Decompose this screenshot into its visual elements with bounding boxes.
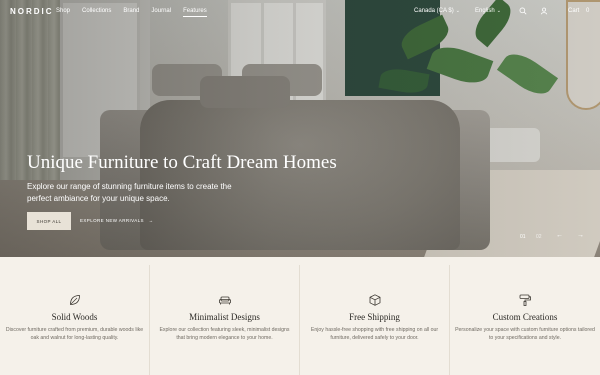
nav-link-collections[interactable]: Collections (82, 8, 111, 17)
language-selector-label: English (475, 8, 495, 14)
feature-card-minimalist-designs: Minimalist Designs Explore our collectio… (150, 265, 300, 375)
sofa-icon (218, 296, 231, 305)
search-icon[interactable] (519, 7, 527, 15)
leaf-icon (69, 295, 80, 305)
country-selector-label: Canada (CA $) (414, 8, 454, 14)
nav-utilities: Canada (CA $) ⌄ English ⌄ Cart 0 (400, 7, 600, 18)
chevron-down-icon: ⌄ (496, 8, 501, 14)
feature-title: Solid Woods (51, 312, 98, 322)
shop-all-button[interactable]: SHOP ALL (27, 212, 71, 230)
chevron-down-icon: ⌄ (455, 8, 460, 14)
nav-link-features[interactable]: Features (183, 8, 207, 17)
feature-description: Personalize your space with custom furni… (455, 327, 595, 341)
user-icon[interactable] (540, 7, 548, 15)
explore-new-arrivals-label: EXPLORE NEW ARRIVALS (80, 218, 144, 223)
nav-link-shop[interactable]: Shop (56, 8, 70, 17)
feature-card-custom-creations: Custom Creations Personalize your space … (450, 265, 600, 375)
hero-title: Unique Furniture to Craft Dream Homes (27, 152, 337, 173)
slide-indicator-2[interactable]: 02 (536, 234, 542, 240)
top-navigation: NORDIC Shop Collections Brand Journal Fe… (0, 0, 600, 24)
cart-count: 0 (586, 8, 590, 14)
country-selector[interactable]: Canada (CA $) ⌄ (414, 8, 460, 14)
hero-description: Explore our range of stunning furniture … (27, 182, 232, 203)
language-selector[interactable]: English ⌄ (475, 8, 501, 14)
feature-title: Free Shipping (349, 312, 400, 322)
cart-label: Cart (568, 8, 580, 14)
feature-card-solid-woods: Solid Woods Discover furniture crafted f… (0, 265, 150, 375)
explore-new-arrivals-link[interactable]: EXPLORE NEW ARRIVALS → (80, 218, 154, 223)
feature-description: Explore our collection featuring sleek, … (159, 327, 290, 341)
arrow-right-icon[interactable]: → (577, 232, 584, 239)
nav-link-journal[interactable]: Journal (151, 8, 171, 17)
cart-link[interactable]: Cart 0 (568, 8, 589, 14)
nav-link-brand[interactable]: Brand (123, 8, 139, 17)
brand-logo[interactable]: NORDIC (10, 7, 54, 16)
arrow-left-icon[interactable]: ← (556, 232, 563, 239)
box-icon (369, 294, 380, 306)
paint-roller-icon (519, 294, 531, 306)
feature-card-free-shipping: Free Shipping Enjoy hassle-free shopping… (300, 265, 450, 375)
feature-description: Enjoy hassle-free shopping with free shi… (310, 327, 439, 341)
features-section: Solid Woods Discover furniture crafted f… (0, 265, 600, 375)
feature-title: Custom Creations (492, 312, 558, 322)
feature-title: Minimalist Designs (189, 312, 260, 322)
slide-indicator-1[interactable]: 01 (520, 234, 526, 240)
nav-links: Shop Collections Brand Journal Features (56, 8, 219, 17)
hero-banner: NORDIC Shop Collections Brand Journal Fe… (0, 0, 600, 257)
arrow-right-icon: → (148, 218, 154, 223)
feature-description: Discover furniture crafted from premium,… (5, 327, 144, 341)
